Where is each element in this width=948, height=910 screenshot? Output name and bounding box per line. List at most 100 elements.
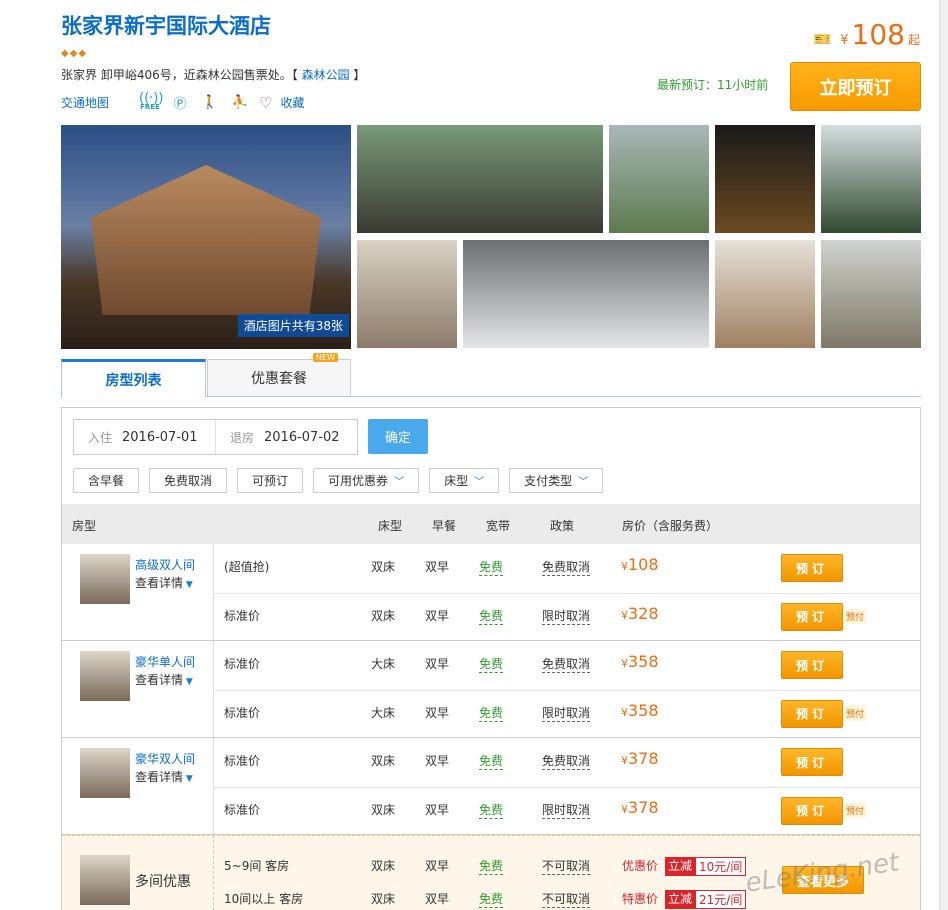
discount-tag: 立减 21元/间 xyxy=(665,890,747,909)
caret-down-icon: ▼ xyxy=(183,774,193,784)
book-button[interactable]: 预订 xyxy=(781,651,843,679)
room-name-link[interactable]: 高级双人间 xyxy=(135,556,195,573)
photo-count-label[interactable]: 酒店图片共有38张 xyxy=(237,314,349,337)
price-currency: ¥ xyxy=(621,560,628,573)
book-button[interactable]: 预订 xyxy=(781,699,843,728)
filter-label: 含早餐 xyxy=(88,474,125,488)
cancel-policy[interactable]: 限时取消 xyxy=(542,607,591,625)
cancel-policy[interactable]: 免费取消 xyxy=(542,752,591,770)
detail-label: 查看详情 xyxy=(135,770,184,784)
new-badge: NEW xyxy=(313,353,338,362)
chevron-down-icon: ﹀ xyxy=(394,477,405,488)
heart-icon[interactable]: ♡ xyxy=(259,94,272,112)
tab-room-list[interactable]: 房型列表 xyxy=(61,359,206,397)
photo-thumb[interactable] xyxy=(715,125,815,233)
photo-thumb[interactable] xyxy=(821,125,921,233)
breakfast: 双早 xyxy=(425,859,450,873)
price-value: 108 xyxy=(851,18,905,51)
col-room-type: 房型 xyxy=(72,519,97,533)
checkin-value: 2016-07-01 xyxy=(122,429,198,445)
room-price: ¥358 xyxy=(621,701,659,720)
scrollbar[interactable] xyxy=(939,0,948,910)
photo-thumb[interactable] xyxy=(357,240,457,348)
cancel-policy[interactable]: 限时取消 xyxy=(542,801,591,819)
map-link[interactable]: 交通地图 xyxy=(61,94,109,111)
filter-label: 支付类型 xyxy=(524,474,573,488)
bed-type: 双床 xyxy=(371,859,396,873)
price-currency: ¥ xyxy=(621,705,628,719)
favorite-link[interactable]: 收藏 xyxy=(280,94,304,111)
multi-plan: 5~9间 客房 xyxy=(224,859,290,873)
cancel-policy[interactable]: 不可取消 xyxy=(542,890,591,908)
breakfast: 双早 xyxy=(425,657,450,671)
room-detail-link[interactable]: 查看详情 ▼ xyxy=(135,768,193,785)
cancel-policy[interactable]: 免费取消 xyxy=(542,655,591,673)
internet-free[interactable]: 免费 xyxy=(479,801,504,819)
cancel-policy[interactable]: 免费取消 xyxy=(542,558,591,576)
breakfast: 双早 xyxy=(425,892,450,906)
photo-thumb[interactable] xyxy=(463,240,709,348)
room-thumbnail[interactable] xyxy=(80,554,130,604)
filter-label: 可用优惠券 xyxy=(328,474,389,488)
col-breakfast: 早餐 xyxy=(432,519,457,533)
main-photo[interactable]: 酒店图片共有38张 xyxy=(61,125,351,349)
book-button[interactable]: 预订 xyxy=(781,602,843,631)
book-button[interactable]: 预订 xyxy=(781,748,843,776)
room-thumbnail[interactable] xyxy=(80,748,130,798)
row-divider xyxy=(213,689,920,691)
photo-thumb[interactable] xyxy=(821,240,921,348)
room-detail-link[interactable]: 查看详情 ▼ xyxy=(135,671,193,688)
cancel-policy[interactable]: 限时取消 xyxy=(542,704,591,722)
book-now-button[interactable]: 立即预订 xyxy=(790,62,921,111)
internet-free[interactable]: 免费 xyxy=(479,558,504,576)
address-end: 】 xyxy=(353,68,366,82)
rate-plan: 标准价 xyxy=(224,608,261,623)
room-price: ¥378 xyxy=(621,749,659,768)
rate-plan: 标准价 xyxy=(224,657,261,671)
row-divider xyxy=(213,786,920,788)
internet-free[interactable]: 免费 xyxy=(479,890,504,908)
recent-booking: 最新预订：11小时前 xyxy=(657,78,769,92)
checkout-value: 2016-07-02 xyxy=(264,429,340,445)
filter-bed-type[interactable]: 床型 ﹀ xyxy=(429,468,500,493)
park-link[interactable]: 森林公园 xyxy=(302,68,350,82)
room-detail-link[interactable]: 查看详情 ▼ xyxy=(135,574,193,591)
room-thumbnail[interactable] xyxy=(80,855,130,905)
bed-type: 双床 xyxy=(371,608,396,623)
filter-free-cancel[interactable]: 免费取消 xyxy=(149,468,228,493)
filter-coupon[interactable]: 可用优惠券 ﹀ xyxy=(313,468,420,493)
internet-free[interactable]: 免费 xyxy=(479,607,504,625)
filter-available[interactable]: 可预订 xyxy=(237,468,304,493)
breakfast: 双早 xyxy=(425,560,450,574)
filter-label: 可预订 xyxy=(252,474,289,488)
internet-free[interactable]: 免费 xyxy=(479,704,504,722)
checkin-field[interactable]: 入住 2016-07-01 xyxy=(74,420,215,454)
book-button[interactable]: 预订 xyxy=(781,796,843,825)
cancel-policy[interactable]: 不可取消 xyxy=(542,857,591,875)
photo-thumb[interactable] xyxy=(357,125,603,233)
filter-payment[interactable]: 支付类型 ﹀ xyxy=(509,468,604,493)
room-price: ¥378 xyxy=(621,798,659,817)
tab-packages[interactable]: 优惠套餐 xyxy=(207,359,351,396)
chevron-down-icon: ﹀ xyxy=(578,477,589,488)
room-thumbnail[interactable] xyxy=(80,651,130,701)
price-value: 328 xyxy=(628,603,659,623)
checkout-field[interactable]: 退房 2016-07-02 xyxy=(215,420,357,454)
internet-free[interactable]: 免费 xyxy=(479,655,504,673)
breakfast: 双早 xyxy=(425,754,450,768)
room-name-link[interactable]: 豪华双人间 xyxy=(135,750,195,767)
photo-thumb[interactable] xyxy=(715,240,815,348)
room-name-link[interactable]: 豪华单人间 xyxy=(135,653,195,670)
table-header: 房型 床型 早餐 宽带 政策 房价（含服务费） xyxy=(62,504,920,544)
photo-thumb[interactable] xyxy=(609,125,709,233)
discount-tag: 立减 10元/间 xyxy=(665,857,747,876)
internet-free[interactable]: 免费 xyxy=(479,857,504,875)
prepay-badge: 预付 xyxy=(844,802,867,818)
filter-breakfast[interactable]: 含早餐 xyxy=(73,468,140,493)
confirm-button[interactable]: 确定 xyxy=(368,419,428,454)
internet-free[interactable]: 免费 xyxy=(479,752,504,770)
caret-down-icon: ▼ xyxy=(183,677,193,687)
book-button[interactable]: 预订 xyxy=(781,554,843,582)
discount-label: 立减 xyxy=(665,890,696,909)
checkin-label: 入住 xyxy=(88,430,113,445)
